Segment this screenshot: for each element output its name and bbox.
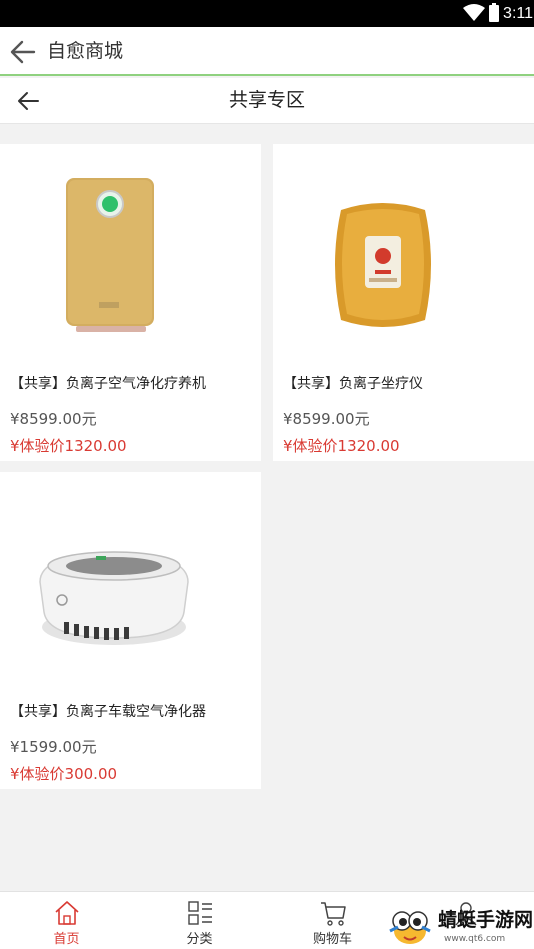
tab-cart[interactable]: 购物车 — [266, 892, 399, 949]
product-price: ¥8599.00元 — [10, 410, 97, 428]
product-image — [273, 144, 494, 365]
dragonfly-mascot-logo — [389, 911, 431, 944]
watermark: 蜻蜓手游网 www.qt6.com — [388, 905, 534, 949]
product-card[interactable]: 【共享】负离子车载空气净化器 ¥1599.00元 ¥体验价300.00 — [0, 472, 261, 789]
wifi-icon — [463, 4, 485, 21]
category-grid-icon — [188, 901, 212, 925]
section-header: 共享专区 — [0, 78, 534, 124]
app-header: 自愈商城 — [0, 27, 534, 76]
cart-icon — [321, 902, 346, 926]
tab-home[interactable]: 首页 — [0, 892, 133, 949]
product-name: 【共享】负离子坐疗仪 — [283, 376, 423, 392]
tab-category[interactable]: 分类 — [133, 892, 266, 949]
tab-label: 购物车 — [312, 932, 352, 947]
home-icon — [55, 901, 79, 925]
back-arrow-icon[interactable] — [8, 38, 38, 66]
product-trial-price: ¥体验价300.00 — [10, 765, 118, 783]
product-name: 【共享】负离子车载空气净化器 — [10, 704, 206, 720]
product-image — [0, 144, 221, 365]
product-name: 【共享】负离子空气净化疗养机 — [10, 376, 206, 392]
status-bar: 3:11 — [0, 0, 534, 27]
app-title: 自愈商城 — [47, 40, 124, 62]
product-card[interactable]: 【共享】负离子坐疗仪 ¥8599.00元 ¥体验价1320.00 — [273, 144, 534, 461]
tab-label: 首页 — [53, 932, 80, 947]
product-trial-price: ¥体验价1320.00 — [10, 437, 127, 455]
product-trial-price: ¥体验价1320.00 — [283, 437, 400, 455]
product-grid: 【共享】负离子空气净化疗养机 ¥8599.00元 ¥体验价1320.00 【共享… — [0, 124, 534, 891]
watermark-url: www.qt6.com — [444, 934, 506, 944]
product-image — [0, 472, 221, 693]
product-price: ¥1599.00元 — [10, 738, 97, 756]
page-title: 共享专区 — [228, 89, 305, 111]
status-time: 3:11 — [503, 5, 533, 22]
product-price: ¥8599.00元 — [283, 410, 370, 428]
tab-label: 分类 — [186, 932, 213, 947]
watermark-title: 蜻蜓手游网 — [438, 909, 534, 931]
product-card[interactable]: 【共享】负离子空气净化疗养机 ¥8599.00元 ¥体验价1320.00 — [0, 144, 261, 461]
